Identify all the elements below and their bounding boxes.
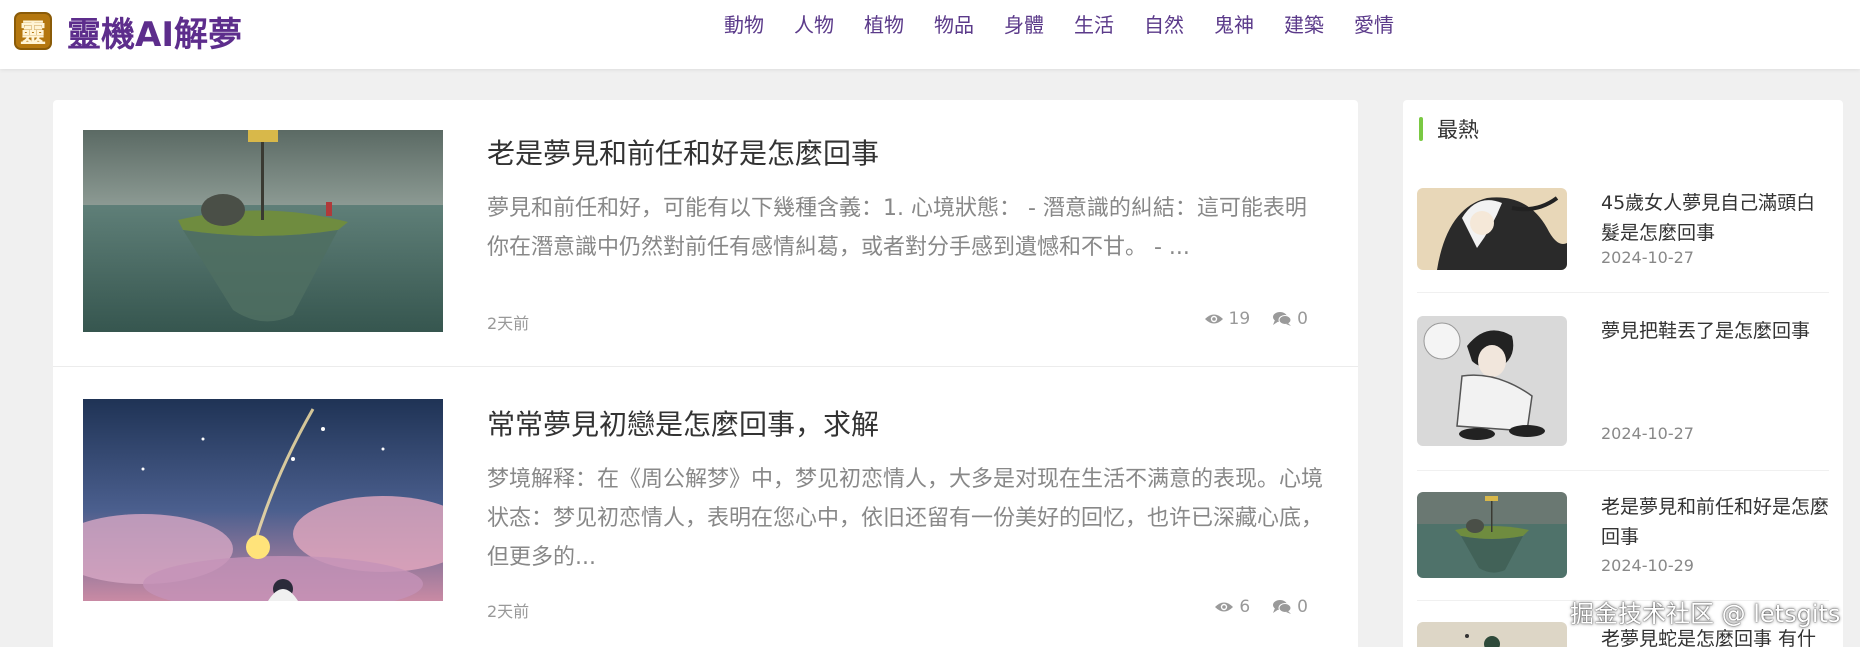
eye-icon	[1204, 314, 1223, 324]
sidebar-item[interactable]: 夢見把鞋丟了是怎麼回事 2024-10-27	[1417, 316, 1829, 448]
comment-count[interactable]: 0	[1272, 309, 1308, 329]
post-thumbnail[interactable]	[83, 130, 443, 332]
post-meta: 19 0	[1182, 309, 1308, 329]
post-title[interactable]: 老是夢見和前任和好是怎麼回事	[487, 132, 879, 172]
view-count-value: 6	[1239, 597, 1251, 617]
sidebar-item[interactable]: 老是夢見和前任和好是怎麼回事 2024-10-29	[1417, 492, 1829, 582]
sidebar-item[interactable]: 45歲女人夢見自己滿頭白髮是怎麼回事 2024-10-27	[1417, 188, 1829, 272]
view-count: 19	[1204, 309, 1251, 329]
sidebar-item-title[interactable]: 45歲女人夢見自己滿頭白髮是怎麼回事	[1601, 188, 1829, 248]
sidebar-header: 最熱	[1419, 116, 1479, 142]
sidebar-thumbnail[interactable]	[1417, 316, 1567, 446]
nav-item-life[interactable]: 生活	[1074, 9, 1114, 38]
post-card: 老是夢見和前任和好是怎麼回事 夢見和前任和好，可能有以下幾種含義：1. 心境狀態…	[53, 100, 1358, 367]
site-logo[interactable]: 靈 靈機AI解夢	[14, 11, 242, 55]
site-name: 靈機AI解夢	[67, 14, 242, 55]
post-time: 2天前	[487, 602, 530, 621]
post-excerpt: 夢見和前任和好，可能有以下幾種含義：1. 心境狀態： - 潛意識的糾結：這可能表…	[487, 196, 1307, 260]
nav-item-spirits[interactable]: 鬼神	[1214, 9, 1254, 38]
divider	[1417, 292, 1829, 293]
sidebar-thumbnail[interactable]	[1417, 622, 1567, 647]
accent-bar	[1419, 117, 1423, 141]
view-count-value: 19	[1228, 309, 1251, 329]
post-card: 常常夢見初戀是怎麼回事，求解 梦境解释：在《周公解梦》中，梦见初恋情人，大多是对…	[53, 368, 1358, 647]
post-meta: 6 0	[1192, 597, 1308, 617]
post-title[interactable]: 常常夢見初戀是怎麼回事，求解	[487, 403, 879, 443]
sidebar-thumbnail[interactable]	[1417, 188, 1567, 270]
sidebar-title: 最熱	[1437, 118, 1479, 142]
sidebar-item-title[interactable]: 夢見把鞋丟了是怎麼回事	[1601, 316, 1829, 346]
sidebar-item-title[interactable]: 老是夢見和前任和好是怎麼回事	[1601, 492, 1829, 552]
comments-icon	[1273, 312, 1292, 326]
nav-item-animals[interactable]: 動物	[724, 9, 764, 38]
nav-item-nature[interactable]: 自然	[1144, 9, 1184, 38]
sidebar-item-date: 2024-10-27	[1601, 424, 1694, 443]
nav-item-architecture[interactable]: 建築	[1284, 9, 1324, 38]
comment-count-value: 0	[1297, 597, 1308, 617]
comment-count-value: 0	[1297, 309, 1308, 329]
post-list: 老是夢見和前任和好是怎麼回事 夢見和前任和好，可能有以下幾種含義：1. 心境狀態…	[53, 100, 1358, 647]
watermark: 掘金技术社区 @ letsgits	[1570, 600, 1841, 628]
comment-count[interactable]: 0	[1272, 597, 1308, 617]
nav-item-objects[interactable]: 物品	[934, 9, 974, 38]
sidebar-item-date: 2024-10-27	[1601, 248, 1694, 267]
logo-icon: 靈	[14, 12, 52, 50]
category-nav: 動物 人物 植物 物品 身體 生活 自然 鬼神 建築 愛情	[724, 9, 1424, 38]
site-header: 靈 靈機AI解夢 動物 人物 植物 物品 身體 生活 自然 鬼神 建築 愛情	[0, 0, 1860, 69]
nav-item-body[interactable]: 身體	[1004, 9, 1044, 38]
nav-item-love[interactable]: 愛情	[1354, 9, 1394, 38]
view-count: 6	[1214, 597, 1250, 617]
post-time: 2天前	[487, 314, 530, 333]
sidebar-thumbnail[interactable]	[1417, 492, 1567, 578]
eye-icon	[1215, 602, 1234, 612]
post-thumbnail[interactable]	[83, 399, 443, 601]
nav-item-plants[interactable]: 植物	[864, 9, 904, 38]
post-excerpt: 梦境解释：在《周公解梦》中，梦见初恋情人，大多是对现在生活不满意的表现。心境状态…	[487, 467, 1324, 570]
hot-sidebar: 最熱 45歲女人夢見自己滿頭白髮是怎麼回事 2024-10-27 夢見把鞋丟了是…	[1403, 100, 1843, 647]
sidebar-item-date: 2024-10-29	[1601, 556, 1694, 575]
comments-icon	[1273, 600, 1292, 614]
divider	[1417, 470, 1829, 471]
nav-item-people[interactable]: 人物	[794, 9, 834, 38]
